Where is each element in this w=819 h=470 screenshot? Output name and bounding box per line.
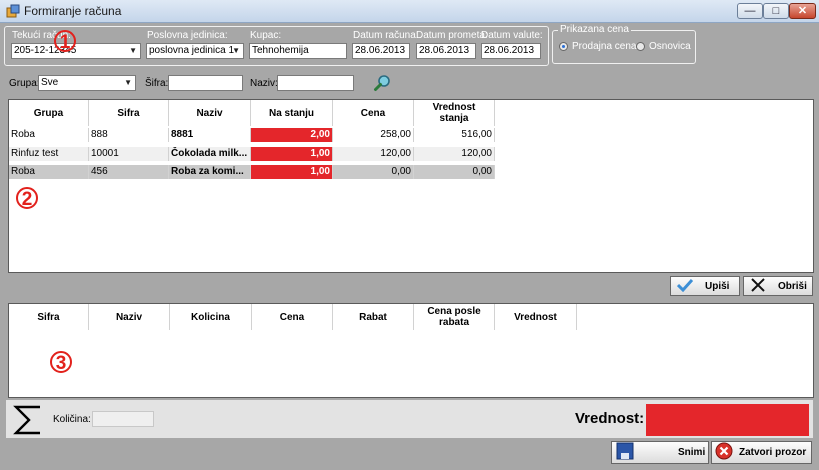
close-window-button[interactable]: ✕ (789, 3, 816, 19)
radio-sale-price[interactable] (559, 42, 568, 51)
currency-date-field[interactable]: 28.06.2013 (481, 43, 541, 59)
delete-button-label: Obriši (778, 280, 807, 292)
cell-price: 258,00 (333, 128, 414, 142)
products-table[interactable]: Grupa Sifra Naziv Na stanju Cena Vrednos… (8, 99, 814, 273)
group-filter-label: Grupa: (9, 78, 40, 89)
name-filter-input[interactable] (277, 75, 354, 91)
cell-group: Rinfuz test (9, 147, 89, 161)
cell-group: Roba (9, 165, 89, 179)
unit-label: Poslovna jedinica: (147, 30, 228, 41)
price-display-legend: Prikazana cena (558, 24, 631, 35)
code-filter-label: Šifra: (145, 78, 169, 89)
col-header-discount[interactable]: Rabat (333, 304, 414, 330)
col-header-name[interactable]: Naziv (89, 304, 170, 330)
cell-stock: 1,00 (251, 147, 333, 161)
col-header-stock[interactable]: Na stanju (251, 100, 333, 126)
save-button[interactable]: Snimi (611, 441, 709, 464)
col-header-stock-value[interactable]: Vrednost stanja (414, 100, 495, 126)
floppy-disk-icon (616, 442, 634, 463)
cancel-icon (715, 442, 733, 463)
table-row[interactable]: Rinfuz test 10001 Čokolada milk... 1,00 … (9, 147, 495, 161)
save-button-label: Snimi (678, 447, 706, 458)
currency-date-label: Datum valute: (481, 30, 543, 41)
customer-label: Kupac: (250, 30, 282, 41)
col-header-price-after-discount[interactable]: Cena posle rabata (414, 304, 495, 330)
cell-stock-value: 516,00 (414, 128, 495, 142)
col-header-price[interactable]: Cena (333, 100, 414, 126)
col-header-value[interactable]: Vrednost (495, 304, 577, 330)
group-filter-select[interactable]: Sve (38, 75, 136, 91)
radio-base-price-label[interactable]: Osnovica (649, 41, 691, 52)
col-header-group[interactable]: Grupa (9, 100, 89, 126)
turnover-date-label: Datum prometa: (416, 30, 488, 41)
cell-stock-value: 0,00 (414, 165, 495, 179)
marker-one: 1 (54, 30, 76, 53)
cell-stock: 1,00 (251, 165, 333, 179)
group-filter-value: Sve (41, 77, 59, 88)
current-invoice-select[interactable]: 205-12-12345 (11, 43, 141, 59)
x-icon (750, 277, 766, 295)
radio-base-price[interactable] (636, 42, 645, 51)
checkmark-icon (676, 278, 694, 295)
turnover-date-field[interactable]: 28.06.2013 (416, 43, 476, 59)
marker-two: 2 (16, 187, 38, 210)
cell-price: 120,00 (333, 147, 414, 161)
name-filter-label: Naziv: (250, 78, 278, 89)
cell-name: Čokolada milk... (169, 147, 251, 161)
close-form-button-label: Zatvori prozor (739, 447, 807, 458)
cell-code: 888 (89, 128, 169, 142)
cell-stock: 2,00 (251, 128, 333, 142)
cell-price: 0,00 (333, 165, 414, 179)
invoice-date-field[interactable]: 28.06.2013 (352, 43, 410, 59)
radio-sale-price-label[interactable]: Prodajna cena (572, 41, 637, 52)
col-header-code[interactable]: Sifra (89, 100, 169, 126)
quantity-label: Količina: (53, 414, 91, 425)
table-row-selected[interactable]: Roba 456 Roba za komi... 1,00 0,00 0,00 (9, 165, 495, 179)
sigma-icon (12, 403, 44, 437)
table-row[interactable]: Roba 888 8881 2,00 258,00 516,00 (9, 128, 495, 142)
cell-name: 8881 (169, 128, 251, 142)
cell-group: Roba (9, 128, 89, 142)
minimize-button[interactable]: — (737, 3, 763, 19)
invoice-date-label: Datum računa: (353, 30, 419, 41)
close-form-button[interactable]: Zatvori prozor (711, 441, 812, 464)
unit-select[interactable]: poslovna jedinica 1 (146, 43, 244, 59)
col-header-name[interactable]: Naziv (169, 100, 251, 126)
title-bar (0, 0, 819, 23)
unit-value: poslovna jedinica 1 (149, 45, 235, 56)
cell-code: 456 (89, 165, 169, 179)
app-icon (6, 4, 20, 18)
total-value-box (646, 404, 809, 436)
col-header-price[interactable]: Cena (252, 304, 333, 330)
cell-code: 10001 (89, 147, 169, 161)
value-label: Vrednost: (575, 410, 645, 427)
write-button-label: Upiši (705, 280, 730, 292)
delete-button[interactable]: Obriši (743, 276, 813, 296)
search-icon[interactable] (373, 74, 391, 92)
cell-stock-value: 120,00 (414, 147, 495, 161)
col-header-quantity[interactable]: Kolicina (170, 304, 252, 330)
quantity-field (92, 411, 154, 427)
col-header-code[interactable]: Sifra (9, 304, 89, 330)
code-filter-input[interactable] (168, 75, 243, 91)
write-button[interactable]: Upiši (670, 276, 740, 296)
customer-field[interactable]: Tehnohemija (249, 43, 347, 59)
window-title: Formiranje računa (24, 4, 122, 18)
maximize-button[interactable]: □ (763, 3, 789, 19)
marker-three: 3 (50, 351, 72, 374)
invoice-items-table[interactable]: Sifra Naziv Kolicina Cena Rabat Cena pos… (8, 303, 814, 398)
cell-name: Roba za komi... (169, 165, 251, 179)
